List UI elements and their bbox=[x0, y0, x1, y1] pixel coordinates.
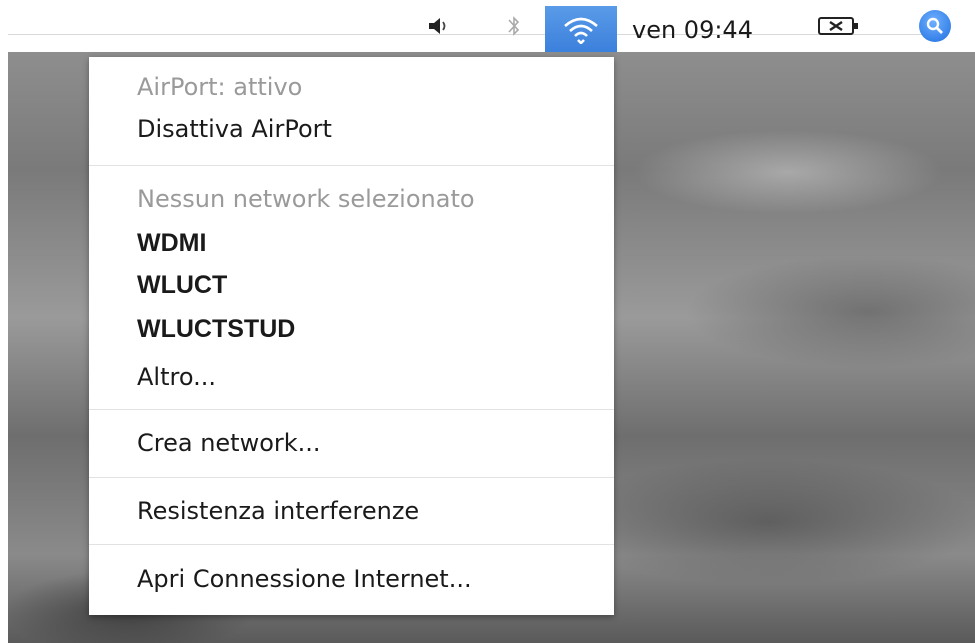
disable-airport-item[interactable]: Disattiva AirPort bbox=[137, 115, 332, 143]
spotlight-button[interactable] bbox=[919, 10, 951, 42]
menu-bar-divider bbox=[8, 34, 945, 35]
volume-icon[interactable] bbox=[422, 0, 454, 52]
airport-status-label: AirPort: attivo bbox=[137, 73, 303, 101]
network-item-wluct[interactable]: WLUCT bbox=[137, 271, 227, 300]
menu-separator bbox=[89, 409, 614, 410]
menu-separator bbox=[89, 165, 614, 166]
create-network-item[interactable]: Crea network... bbox=[137, 429, 321, 457]
bluetooth-icon[interactable] bbox=[500, 0, 528, 52]
open-internet-connect-item[interactable]: Apri Connessione Internet... bbox=[137, 565, 472, 593]
airport-dropdown-menu: AirPort: attivo Disattiva AirPort Nessun… bbox=[89, 57, 614, 615]
interference-robustness-item[interactable]: Resistenza interferenze bbox=[137, 497, 419, 525]
network-item-wluctstud[interactable]: WLUCTSTUD bbox=[137, 315, 295, 344]
other-network-item[interactable]: Altro... bbox=[137, 363, 216, 391]
spotlight-search-icon[interactable] bbox=[918, 0, 952, 52]
menu-separator bbox=[89, 477, 614, 478]
menu-separator bbox=[89, 544, 614, 545]
menu-bar: ven 09:44 bbox=[8, 0, 975, 52]
battery-icon[interactable] bbox=[813, 0, 865, 52]
menu-bar-clock[interactable]: ven 09:44 bbox=[632, 0, 753, 60]
network-item-wdmi[interactable]: WDMI bbox=[137, 229, 206, 258]
wifi-icon[interactable] bbox=[545, 6, 617, 52]
network-status-label: Nessun network selezionato bbox=[137, 185, 475, 213]
